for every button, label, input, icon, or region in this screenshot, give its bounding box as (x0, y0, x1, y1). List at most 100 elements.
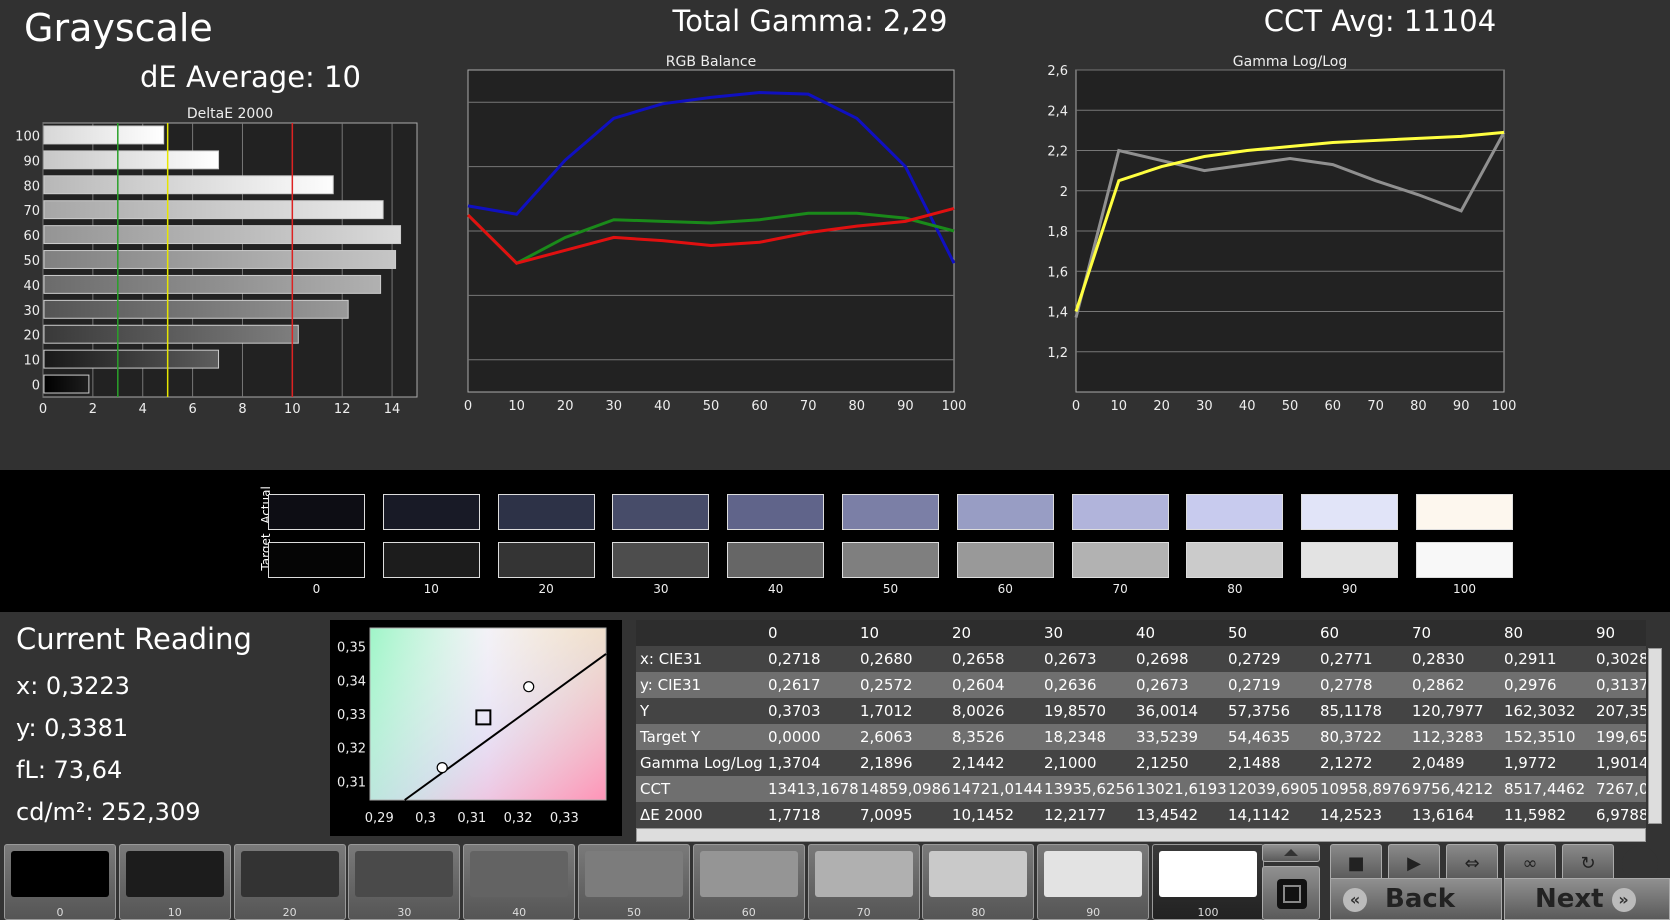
table-column-header: 70 (1412, 624, 1432, 642)
table-cell: 13413,1678 (768, 780, 859, 798)
scroll-up-button[interactable] (1262, 844, 1320, 862)
table-cell: 13935,6256 (1044, 780, 1135, 798)
deltae-xtick: 2 (89, 402, 97, 417)
patch-button-80[interactable]: 80 (922, 844, 1035, 920)
cct-average-label: CCT Avg: 11104 (1263, 4, 1497, 38)
deltae-category-label: 90 (23, 154, 40, 169)
target-swatch (956, 542, 1054, 578)
patch-button-50[interactable]: 50 (578, 844, 690, 920)
next-button[interactable]: Next » (1504, 878, 1670, 920)
table-cell: 120,7977 (1412, 702, 1484, 720)
patch-swatch (929, 851, 1028, 897)
table-cell: 0,3028 (1596, 650, 1646, 668)
table-cell: 1,3704 (768, 754, 821, 772)
table-row-label: y: CIE31 (640, 676, 702, 694)
table-cell: 8517,4462 (1504, 780, 1586, 798)
current-reading-title: Current Reading (16, 622, 252, 656)
deltae-category-label: 80 (23, 179, 40, 194)
gamma-xtick: 70 (1367, 399, 1384, 414)
gamma-ytick: 2,2 (1047, 145, 1068, 160)
rgb-title: RGB Balance (666, 54, 756, 70)
patch-button-70[interactable]: 70 (807, 844, 920, 920)
actual-swatch (1186, 494, 1284, 530)
table-cell: 0,2729 (1228, 650, 1281, 668)
table-cell: 14,2523 (1320, 806, 1383, 824)
target-swatch (382, 542, 480, 578)
patch-swatch (699, 851, 798, 897)
patch-label: 60 (741, 906, 756, 919)
table-row-label: ΔE 2000 (640, 806, 703, 824)
table-cell: 1,9014 (1596, 754, 1646, 772)
table-cell: 1,7718 (768, 806, 821, 824)
gamma-xtick: 20 (1153, 399, 1170, 414)
patch-button-40[interactable]: 40 (463, 844, 576, 920)
patch-button-90[interactable]: 90 (1037, 844, 1150, 920)
deltae-bar-40 (43, 274, 382, 294)
patch-swatch (814, 851, 913, 897)
table-column-header: 40 (1136, 624, 1156, 642)
deltae-xtick: 0 (39, 402, 47, 417)
swatch-label: 50 (882, 582, 899, 596)
gamma-ytick: 1,6 (1047, 265, 1068, 280)
patch-button-0[interactable]: 0 (4, 844, 116, 920)
actual-swatch (727, 494, 825, 530)
table-row-label: x: CIE31 (640, 650, 703, 668)
table-cell: 2,1250 (1136, 754, 1189, 772)
swatch-label: 0 (312, 582, 321, 596)
record-stop-icon (1277, 879, 1307, 909)
table-cell: 2,1896 (860, 754, 913, 772)
table-cell: 0,2778 (1320, 676, 1373, 694)
cie-plot-overlay (369, 627, 607, 801)
actual-swatch (1301, 494, 1399, 530)
record-button[interactable] (1262, 866, 1320, 920)
table-horizontal-scrollbar[interactable] (636, 828, 1646, 842)
table-column-header: 90 (1596, 624, 1616, 642)
rgb-xtick: 80 (849, 399, 866, 414)
deltae-bar-80 (43, 175, 334, 195)
gamma-xtick: 0 (1072, 399, 1080, 414)
table-cell: 85,1178 (1320, 702, 1383, 720)
deltae-bar-0 (43, 374, 90, 394)
deltae-xtick: 12 (334, 402, 351, 417)
table-cell: 2,1272 (1320, 754, 1373, 772)
patch-label: 30 (397, 906, 412, 919)
patch-button-20[interactable]: 20 (233, 844, 346, 920)
table-column-header: 10 (860, 624, 880, 642)
gamma-ytick: 1,2 (1047, 346, 1068, 361)
back-button[interactable]: « Back (1330, 878, 1502, 920)
patch-button-60[interactable]: 60 (692, 844, 805, 920)
table-cell: 0,2673 (1136, 676, 1189, 694)
cie-ytick: 0,35 (337, 641, 366, 656)
target-swatch (1071, 542, 1169, 578)
deltae-bar-10 (43, 349, 220, 369)
cie-ytick: 0,33 (337, 708, 366, 723)
table-cell: 2,1488 (1228, 754, 1281, 772)
gamma-xtick: 90 (1453, 399, 1470, 414)
cie-xtick: 0,3 (415, 811, 436, 826)
table-cell: 80,3722 (1320, 728, 1383, 746)
patch-button-30[interactable]: 30 (348, 844, 461, 920)
total-gamma-label: Total Gamma: 2,29 (672, 4, 948, 38)
table-cell: 8,3526 (952, 728, 1005, 746)
cie-ytick: 0,31 (337, 775, 366, 790)
deltae-bar-30 (43, 299, 349, 319)
swatch-label: 20 (538, 582, 554, 596)
table-vertical-scrollbar[interactable] (1648, 648, 1662, 824)
actual-swatch (497, 494, 595, 530)
actual-swatch (612, 494, 710, 530)
patch-swatch (470, 851, 569, 897)
target-swatch (268, 542, 365, 578)
swatch-label: 10 (423, 582, 439, 596)
patch-button-100[interactable]: 100 (1152, 844, 1264, 920)
gamma-xtick: 40 (1239, 399, 1256, 414)
table-cell: 9756,4212 (1412, 780, 1494, 798)
measurement-table: 0 10 20 30 40 50 60 70 80 90 x: CIE31 0,2718 0,2680 0… (636, 620, 1646, 828)
reading-y: y: 0,3381 (16, 714, 129, 742)
patch-swatch (125, 851, 224, 897)
table-cell: 0,2636 (1044, 676, 1097, 694)
target-swatch (727, 542, 825, 578)
patch-button-10[interactable]: 10 (118, 844, 231, 920)
table-cell: 10,1452 (952, 806, 1015, 824)
table-cell: 54,4635 (1228, 728, 1291, 746)
swatch-label: 70 (1112, 582, 1128, 596)
